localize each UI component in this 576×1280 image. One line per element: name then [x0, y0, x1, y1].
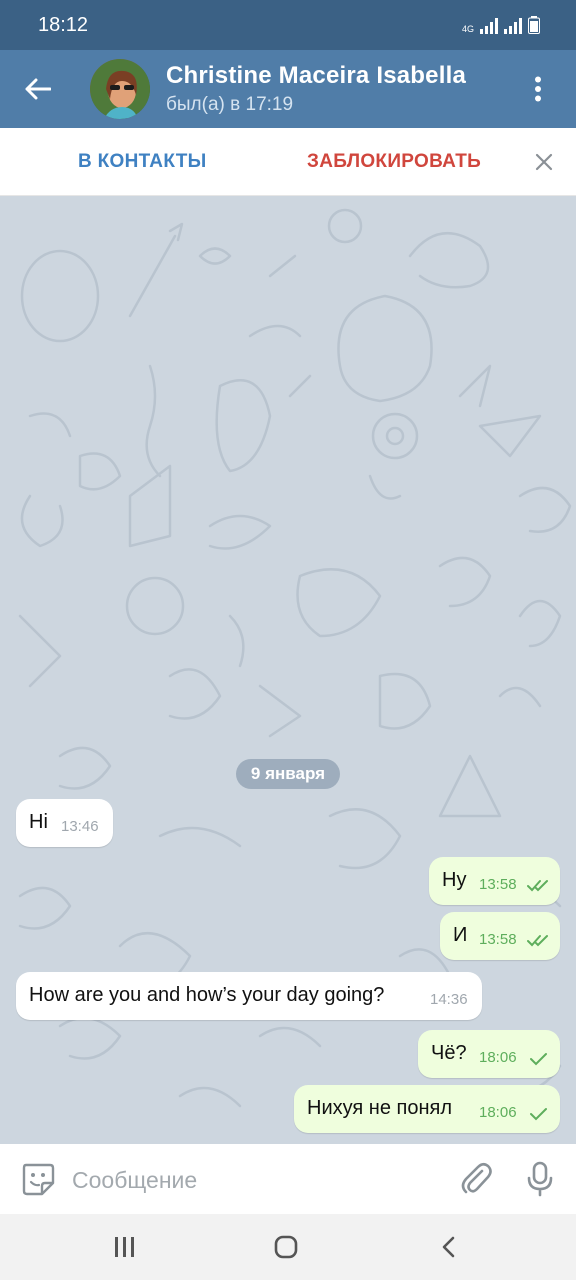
message-text: How are you and how’s your day going? — [29, 984, 385, 1006]
more-options-button[interactable] — [518, 69, 558, 109]
message-time: 14:36 — [430, 991, 468, 1008]
voice-message-button[interactable] — [522, 1161, 558, 1197]
emoji-button[interactable] — [20, 1161, 56, 1197]
status-icons: 4G — [462, 16, 540, 34]
message-text: Чё? — [431, 1042, 467, 1064]
message-time: 18:06 — [479, 1049, 517, 1066]
date-separator: 9 января — [236, 759, 340, 789]
network-4g-icon: 4G — [461, 24, 474, 34]
system-navigation-bar — [0, 1214, 576, 1280]
last-seen-status: был(а) в 17:19 — [166, 94, 294, 115]
recents-button[interactable] — [105, 1232, 145, 1262]
back-arrow-icon — [25, 78, 51, 100]
message-bubble-outgoing[interactable]: Ну 13:58 — [429, 857, 560, 905]
back-button[interactable] — [18, 69, 58, 109]
message-text: Hi — [29, 811, 48, 833]
message-bubble-outgoing[interactable]: Нихуя не понял 18:06 — [294, 1085, 560, 1133]
message-text: Ну — [442, 869, 467, 891]
microphone-icon — [527, 1161, 553, 1197]
message-bubble-outgoing[interactable]: Чё? 18:06 — [418, 1030, 560, 1078]
message-bubble-incoming[interactable]: Hi 13:46 — [16, 799, 113, 847]
close-icon — [535, 153, 553, 171]
message-bubble-incoming[interactable]: How are you and how’s your day going? 14… — [16, 972, 482, 1020]
battery-icon — [528, 16, 540, 34]
avatar[interactable] — [90, 59, 150, 119]
avatar-photo — [90, 59, 150, 119]
message-text: Нихуя не понял — [307, 1097, 452, 1119]
home-button[interactable] — [266, 1232, 306, 1262]
message-time: 13:46 — [61, 818, 99, 835]
unknown-contact-bar: В КОНТАКТЫ ЗАБЛОКИРОВАТЬ — [0, 128, 576, 196]
double-check-icon — [527, 935, 548, 947]
message-time: 18:06 — [479, 1104, 517, 1121]
signal-icon — [480, 18, 498, 34]
message-composer — [0, 1144, 576, 1214]
add-contact-button[interactable]: В КОНТАКТЫ — [78, 151, 207, 173]
emoji-sticker-icon — [22, 1163, 55, 1196]
block-user-button[interactable]: ЗАБЛОКИРОВАТЬ — [307, 151, 481, 173]
message-input[interactable] — [72, 1164, 432, 1196]
status-time: 18:12 — [38, 14, 89, 36]
back-icon — [442, 1236, 455, 1258]
message-time: 13:58 — [479, 876, 517, 893]
status-bar: 18:12 4G — [0, 0, 576, 50]
attach-button[interactable] — [458, 1161, 494, 1197]
chat-area[interactable]: 9 января Hi 13:46 Ну 13:58 И 13:58 How a… — [0, 196, 576, 1144]
message-text: И — [453, 924, 468, 946]
more-vert-icon — [535, 76, 541, 102]
check-icon — [530, 1108, 547, 1121]
double-check-icon — [527, 880, 548, 892]
message-bubble-outgoing[interactable]: И 13:58 — [440, 912, 560, 960]
message-time: 13:58 — [479, 931, 517, 948]
chat-header: Christine Maceira Isabella был(а) в 17:1… — [0, 50, 576, 128]
contact-name[interactable]: Christine Maceira Isabella — [166, 62, 466, 90]
signal-icon — [504, 18, 522, 34]
close-bar-button[interactable] — [530, 148, 558, 176]
system-back-button[interactable] — [428, 1232, 468, 1262]
recents-icon — [115, 1237, 134, 1257]
check-icon — [530, 1053, 547, 1066]
home-icon — [274, 1235, 298, 1259]
paperclip-icon — [461, 1162, 492, 1194]
